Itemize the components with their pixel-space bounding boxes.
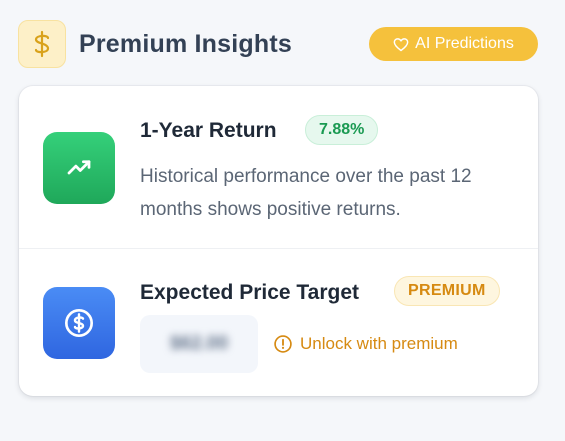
heart-icon [393,37,409,51]
dollar-circle-icon [65,309,93,337]
blurred-price-box: $62.00 [140,315,258,373]
return-description: Historical performance over the past 12 … [140,166,472,220]
return-icon-tile [43,132,115,204]
price-icon-tile [43,287,115,359]
ai-predictions-button[interactable]: AI Predictions [369,27,538,61]
alert-circle-icon [274,335,292,353]
unlock-premium-link[interactable]: Unlock with premium [273,334,458,354]
insights-card: 1-Year Return 7.88% Historical performan… [19,86,538,396]
ai-predictions-label: AI Predictions [415,35,514,52]
unlock-premium-label: Unlock with premium [300,334,458,353]
return-value-badge: 7.88% [305,115,379,145]
insights-header: Premium Insights AI Predictions [18,20,540,70]
blurred-price-value: $62.00 [169,333,229,354]
return-title: 1-Year Return [140,119,277,142]
trending-up-icon [67,160,91,175]
dollar-icon [34,30,50,58]
row-divider [19,248,538,249]
page-title: Premium Insights [79,30,292,58]
premium-badge: PREMIUM [394,276,500,306]
price-target-title: Expected Price Target [140,281,360,304]
logo-tile [18,20,66,68]
